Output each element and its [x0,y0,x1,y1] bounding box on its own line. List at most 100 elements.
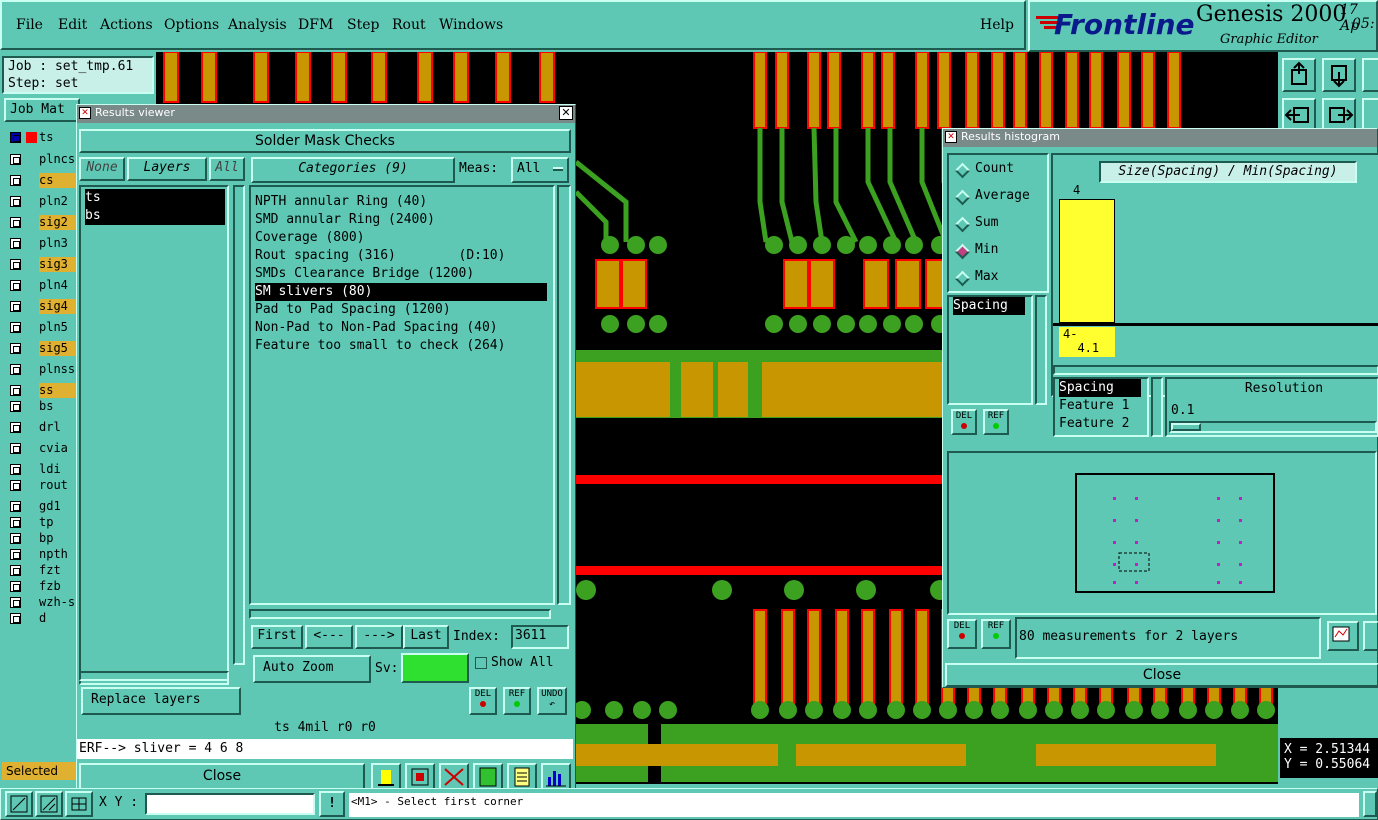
attribute-item[interactable]: Feature 1 [1059,397,1129,415]
category-item[interactable]: Coverage (800) [255,229,365,247]
pan-down-icon[interactable] [1322,58,1356,92]
histogram-icon[interactable] [541,763,571,791]
categories-hscrollbar[interactable] [249,609,551,619]
attribute-scrollbar[interactable] [1151,377,1163,437]
radio-icon[interactable] [954,189,971,206]
menu-windows[interactable]: Windows [439,17,503,33]
layer-checkbox[interactable] [10,175,21,186]
histogram-bar[interactable] [1059,199,1115,323]
layer-checkbox[interactable] [10,154,21,165]
prompt-action-icon[interactable] [1363,791,1377,817]
categories-button[interactable]: Categories (9) [251,157,455,183]
info-icon[interactable]: ! [319,791,345,817]
layer-row-rout[interactable]: rout [6,478,79,493]
menu-options[interactable]: Options [164,17,219,33]
layer-row-pln3[interactable]: pln3 [6,236,79,251]
layer-row-bs[interactable]: bs [6,399,79,414]
all-layers-button[interactable]: All [209,157,245,181]
category-item[interactable]: Non-Pad to Non-Pad Spacing (40) [255,319,498,337]
ref-button[interactable]: REF [503,687,531,715]
histogram-ref-button[interactable]: REF [983,409,1009,435]
layer-checkbox[interactable] [10,613,21,624]
layer-row-d[interactable]: d [6,611,79,626]
radio-icon[interactable] [954,162,971,179]
ref-cancel-icon[interactable] [439,763,469,791]
layer-row-gd1[interactable]: gd1 [6,499,79,514]
layer-row-pln5[interactable]: pln5 [6,320,79,335]
attribute-item[interactable]: Feature 2 [1059,415,1129,433]
histogram-close-button[interactable]: Close [945,663,1378,687]
layer-row-pln2[interactable]: pln2 [6,194,79,209]
mode-option-min[interactable]: Min [953,242,1049,262]
resolution-slider[interactable] [1169,421,1377,433]
layer-row-fzt[interactable]: fzt [6,563,79,578]
layer-checkbox[interactable] [10,217,21,228]
menu-help[interactable]: Help [980,17,1014,33]
histogram-menu-icon[interactable]: ✕ [945,131,957,143]
index-input[interactable]: 3611 [511,625,569,649]
layer-checkbox[interactable] [10,597,21,608]
layer-row-npth[interactable]: npth [6,547,79,562]
layer-row-sig4[interactable]: sig4 [6,299,79,314]
undo-view-icon[interactable] [1362,98,1378,132]
layer-checkbox[interactable] [10,422,21,433]
spacing-scrollbar[interactable] [1035,295,1047,405]
layer-checkbox[interactable] [10,132,21,143]
radio-icon[interactable] [954,270,971,287]
histogram-del-button[interactable]: DEL [951,409,977,435]
radio-icon[interactable] [954,243,971,260]
layer-checkbox[interactable] [10,581,21,592]
report-icon[interactable] [507,763,537,791]
radio-icon[interactable] [954,216,971,233]
layer-row-bp[interactable]: bp [6,531,79,546]
layer-checkbox[interactable] [10,259,21,270]
measure-icon[interactable] [35,791,63,817]
layer-checkbox[interactable] [10,565,21,576]
job-matrix-button[interactable]: Job Mat [4,98,80,122]
xy-input[interactable] [145,793,315,815]
auto-zoom-select[interactable]: Auto Zoom [253,655,371,683]
window-menu-icon[interactable]: ✕ [79,107,91,119]
layer-list-scrollbar[interactable] [233,185,245,665]
histogram-titlebar[interactable]: ✕ Results histogram [943,129,1377,147]
viewer-layer-item[interactable]: ts [85,189,225,207]
layer-row-plncs[interactable]: plncs [6,152,79,167]
layer-row-sig2[interactable]: sig2 [6,215,79,230]
preview-ref-button[interactable]: REF [981,619,1011,649]
meas-select[interactable]: All [511,157,569,183]
viewer-close-button[interactable]: Close [79,763,365,791]
layer-checkbox[interactable] [10,280,21,291]
preview-del-button[interactable]: DEL [947,619,977,649]
layer-list-hscrollbar[interactable] [79,671,229,681]
attribute-item[interactable]: Spacing [1059,379,1141,397]
layer-checkbox[interactable] [10,517,21,528]
layer-checkbox[interactable] [10,322,21,333]
categories-list[interactable]: NPTH annular Ring (40) SMD annular Ring (… [249,185,555,605]
last-button[interactable]: Last [403,625,449,649]
mode-option-average[interactable]: Average [953,188,1049,208]
next-button[interactable]: ---> [355,625,403,649]
none-button[interactable]: None [79,157,125,181]
layer-checkbox[interactable] [10,385,21,396]
show-all-checkbox[interactable] [475,657,487,669]
category-item[interactable]: NPTH annular Ring (40) [255,193,427,211]
attribute-list[interactable]: Spacing Feature 1 Feature 2 [1053,377,1149,437]
compare-icon[interactable] [473,763,503,791]
del-button[interactable]: DEL [469,687,497,715]
category-item[interactable]: Rout spacing (316) (D:10) [255,247,505,265]
category-item[interactable]: Feature too small to check (264) [255,337,505,355]
layer-checkbox[interactable] [10,480,21,491]
layer-row-cs[interactable]: cs [6,173,79,188]
highlight-icon[interactable] [371,763,401,791]
layers-button[interactable]: Layers [127,157,207,181]
layer-checkbox[interactable] [10,301,21,312]
layer-row-ldi[interactable]: ldi [6,462,79,477]
layer-checkbox[interactable] [10,364,21,375]
menu-rout[interactable]: Rout [392,17,426,33]
layer-row-fzb[interactable]: fzb [6,579,79,594]
undo-button[interactable]: UNDO ↶ [537,687,567,715]
layer-row-wzh-s[interactable]: wzh-s [6,595,79,610]
layer-checkbox[interactable] [10,501,21,512]
layer-checkbox[interactable] [10,196,21,207]
layer-checkbox[interactable] [10,343,21,354]
